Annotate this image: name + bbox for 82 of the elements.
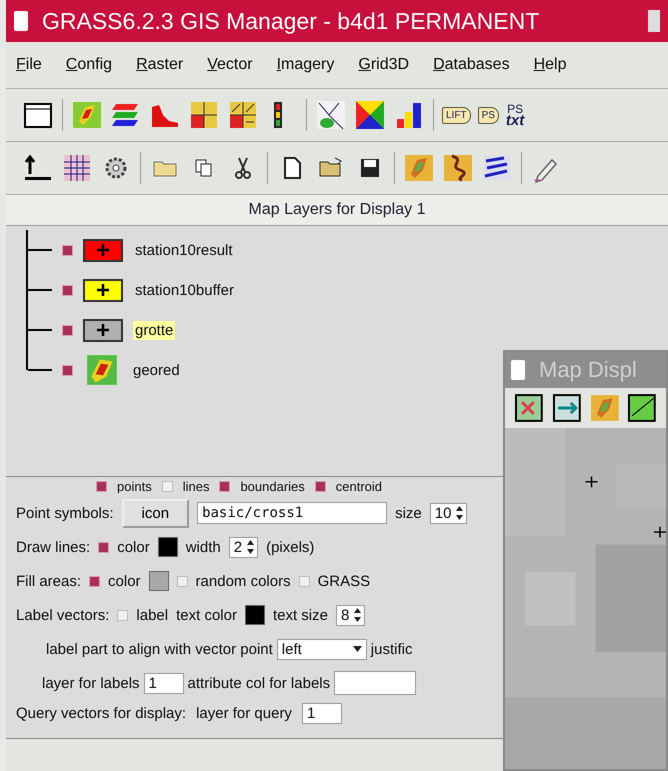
label: Fill areas: — [16, 572, 82, 590]
window-title: Map Displ — [539, 357, 637, 383]
layer-name[interactable]: grotte — [133, 320, 176, 340]
input-field[interactable]: basic/cross1 — [197, 502, 388, 524]
label: centroid — [336, 479, 382, 493]
dropdown[interactable]: left — [276, 638, 367, 660]
raster-map-icon[interactable] — [71, 99, 103, 131]
spin-box[interactable]: 2 — [228, 536, 258, 558]
terrain-icon[interactable] — [588, 392, 620, 424]
icon-button[interactable]: icon — [122, 498, 190, 528]
label: text color — [176, 606, 237, 624]
label: color — [117, 538, 150, 556]
checkbox[interactable] — [62, 324, 73, 336]
label: layer for labels — [42, 674, 140, 692]
checkbox[interactable] — [298, 576, 310, 586]
checkbox[interactable] — [89, 576, 100, 586]
menu-item[interactable]: Raster — [136, 56, 184, 74]
label: Point symbols: — [16, 504, 114, 522]
input-field[interactable]: 1 — [302, 702, 342, 724]
label: justific — [370, 640, 412, 658]
label: lines — [182, 479, 210, 493]
vector-map-icon[interactable] — [315, 99, 347, 131]
thematic-map-icon[interactable] — [354, 99, 386, 131]
color-swatch[interactable] — [244, 605, 265, 625]
menu-item[interactable]: Databases — [433, 56, 510, 74]
spin-box[interactable]: 10 — [430, 502, 468, 524]
window-title: GRASS6.2.3 GIS Manager - b4d1 PERMANENT — [42, 8, 540, 34]
document-icon — [511, 360, 525, 380]
checkbox[interactable] — [62, 284, 73, 296]
panel-title: Map Layers for Display 1 — [248, 201, 426, 219]
tag-icon[interactable]: PS — [478, 106, 499, 124]
input-field[interactable]: 1 — [144, 672, 184, 694]
menu-item[interactable]: Imagery — [276, 56, 334, 74]
menu-item[interactable]: Config — [66, 56, 112, 74]
input-field[interactable] — [334, 671, 416, 695]
checkbox[interactable] — [314, 480, 326, 492]
checkbox[interactable] — [162, 480, 173, 492]
label: text size — [272, 606, 328, 624]
checkbox[interactable] — [176, 576, 188, 586]
menu-item[interactable]: Help — [534, 56, 566, 74]
label: Label vectors: — [16, 606, 110, 624]
grid-icon[interactable] — [61, 152, 93, 184]
checkbox[interactable] — [117, 610, 128, 620]
tag-icon[interactable]: LIFT — [442, 106, 471, 124]
menu-item[interactable]: Grid3D — [358, 56, 410, 74]
pan-map-icon[interactable] — [550, 392, 582, 424]
grid-legend-icon[interactable] — [188, 99, 220, 131]
color-swatch[interactable] — [158, 537, 178, 557]
caret-icon — [352, 646, 362, 652]
label: label — [136, 606, 168, 624]
label: label part to align with vector point — [46, 640, 273, 658]
zoom-map-icon[interactable] — [513, 392, 545, 424]
label: random colors — [196, 572, 291, 590]
spin-box[interactable]: 8 — [336, 604, 366, 626]
label: layer for query — [196, 704, 292, 722]
label: points — [117, 479, 152, 493]
checkbox[interactable] — [98, 542, 110, 552]
layer-name[interactable]: station10result — [133, 240, 235, 260]
label: size — [395, 504, 422, 522]
ps-text-icon[interactable]: PS txt — [506, 103, 524, 127]
checkbox[interactable] — [96, 480, 107, 492]
checkbox[interactable] — [62, 364, 73, 376]
label: color — [108, 572, 141, 590]
color-swatch[interactable] — [148, 571, 169, 591]
label: Query vectors for display: — [16, 704, 186, 722]
menu-item[interactable]: Vector — [207, 56, 253, 74]
label: boundaries — [240, 479, 305, 493]
checkbox[interactable] — [219, 480, 230, 492]
label: Draw lines: — [16, 538, 90, 556]
river-map-icon[interactable] — [442, 152, 474, 184]
label: (pixels) — [266, 538, 314, 556]
layer-name[interactable]: station10buffer — [133, 280, 236, 300]
checkbox[interactable] — [62, 244, 73, 256]
layer-name[interactable]: geored — [131, 360, 182, 380]
label: width — [186, 538, 221, 556]
label: GRASS — [318, 572, 370, 590]
document-icon — [14, 11, 28, 31]
menu-item[interactable]: File — [16, 56, 42, 74]
query-map-icon[interactable] — [626, 392, 658, 424]
terrain-icon[interactable] — [403, 152, 435, 184]
label: attribute col for labels — [188, 674, 330, 692]
arrow-grid-icon[interactable] — [227, 99, 259, 131]
